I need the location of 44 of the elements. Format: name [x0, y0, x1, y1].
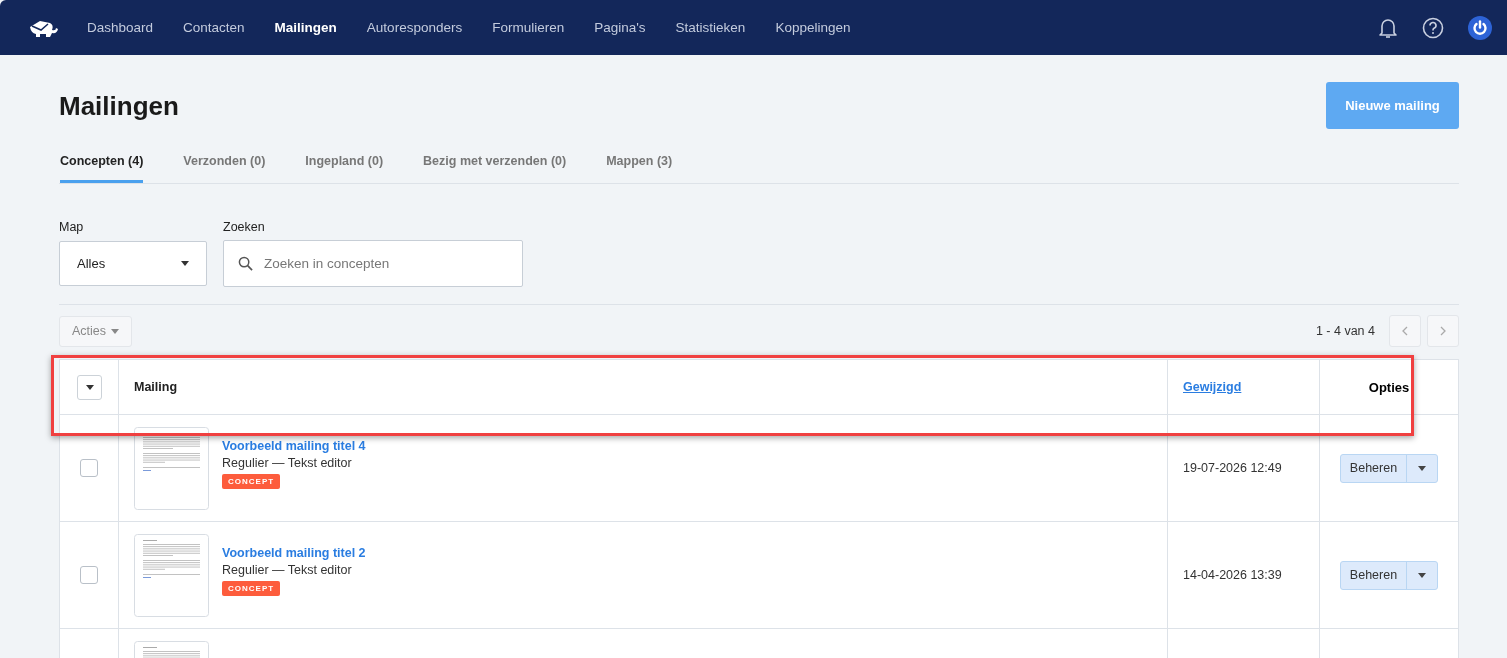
caret-icon — [1418, 465, 1427, 471]
tab[interactable]: Mappen (3) — [606, 148, 673, 183]
nav-link[interactable]: Mailingen — [274, 20, 337, 35]
nav-link[interactable]: Dashboard — [87, 20, 154, 35]
mailing-title-link[interactable]: Voorbeeld mailing titel 2 — [222, 546, 366, 560]
tab[interactable]: Ingepland (0) — [305, 148, 384, 183]
nav-link[interactable]: Autoresponders — [366, 20, 463, 35]
caret-icon — [85, 384, 94, 390]
search-field[interactable]: Zoeken in concepten — [223, 240, 523, 287]
help-icon[interactable] — [1422, 16, 1444, 39]
chevron-left-icon — [1402, 326, 1408, 336]
row-checkbox[interactable] — [80, 566, 98, 584]
power-icon[interactable] — [1468, 15, 1492, 40]
chevron-right-icon — [1440, 326, 1446, 336]
status-badge: CONCEPT — [222, 581, 281, 596]
modified-date: 19-07-2026 12:49 — [1183, 461, 1282, 475]
mailing-title-link[interactable]: Voorbeeld mailing titel 4 — [222, 439, 366, 453]
caret-icon — [181, 261, 189, 266]
folder-label: Map — [59, 220, 85, 234]
nav-link[interactable]: Pagina's — [594, 20, 646, 35]
tab[interactable]: Verzonden (0) — [183, 148, 266, 183]
page-title: Mailingen — [59, 90, 179, 122]
nav-link[interactable]: Contacten — [183, 20, 245, 35]
column-header: Mailing — [134, 380, 178, 394]
tab[interactable]: Bezig met verzenden (0) — [423, 148, 567, 183]
mailing-type-text: Regulier — Tekst editor — [222, 563, 352, 577]
column-header: Opties — [1368, 379, 1410, 395]
modified-date: 14-04-2026 13:39 — [1183, 568, 1282, 582]
caret-icon — [1418, 572, 1427, 578]
select-all-dropdown[interactable] — [77, 374, 102, 400]
nav-link[interactable]: Statistieken — [675, 20, 746, 35]
bell-icon[interactable] — [1378, 16, 1398, 39]
tab[interactable]: Concepten (4) — [60, 148, 144, 183]
status-badge: CONCEPT — [222, 474, 281, 489]
row-checkbox[interactable] — [80, 459, 98, 477]
nav-link[interactable]: Formulieren — [492, 20, 565, 35]
mailing-type-text: Regulier — Tekst editor — [222, 456, 352, 470]
search-label: Zoeken — [223, 220, 266, 234]
nav-link[interactable]: Koppelingen — [775, 20, 851, 35]
elephant-logo-icon[interactable] — [28, 18, 58, 37]
caret-icon — [111, 328, 120, 334]
pagination-range: 1 - 4 van 4 — [1315, 324, 1375, 338]
folder-dropdown[interactable]: Alles — [59, 241, 207, 286]
sort-column-link[interactable]: Gewijzigd — [1183, 380, 1242, 394]
